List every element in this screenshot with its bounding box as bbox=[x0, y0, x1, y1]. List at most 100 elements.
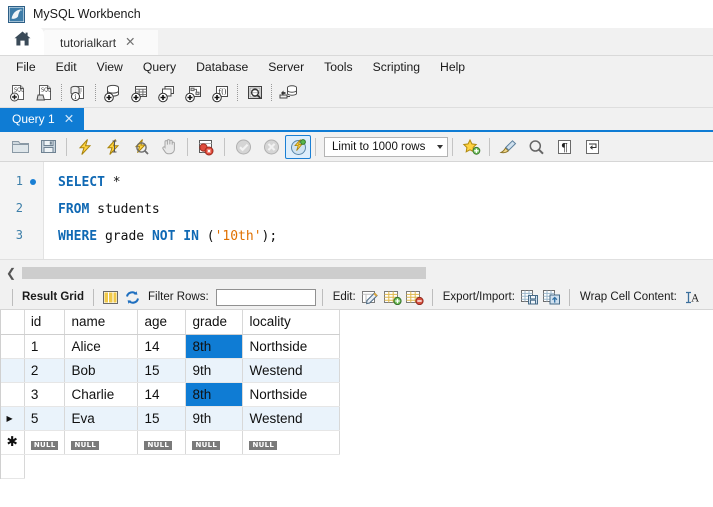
save-script-icon[interactable] bbox=[34, 134, 62, 160]
filter-rows-input[interactable] bbox=[215, 288, 316, 306]
menu-help[interactable]: Help bbox=[430, 58, 475, 76]
new-sql-tab-icon[interactable]: SQL bbox=[4, 80, 31, 106]
cell-grade[interactable]: 8th bbox=[185, 334, 244, 359]
svg-text:SQL: SQL bbox=[14, 87, 24, 93]
open-sql-script-icon[interactable]: SQL bbox=[31, 80, 58, 106]
row-marker[interactable] bbox=[0, 358, 25, 383]
close-icon[interactable]: ✕ bbox=[125, 36, 135, 49]
edit-row-icon[interactable] bbox=[360, 287, 382, 308]
cell-age[interactable]: 15 bbox=[137, 358, 187, 383]
null-cell-locality[interactable]: NULL bbox=[242, 430, 341, 455]
cell-name[interactable]: Bob bbox=[64, 358, 139, 383]
cell-grade[interactable]: 9th bbox=[185, 406, 244, 431]
export-recordset-icon[interactable] bbox=[519, 287, 541, 308]
cell-id[interactable]: 2 bbox=[24, 358, 66, 383]
rollback-icon[interactable] bbox=[257, 134, 285, 160]
cell-age[interactable]: 14 bbox=[137, 382, 187, 407]
autocommit-icon[interactable] bbox=[285, 134, 311, 159]
row-marker[interactable] bbox=[0, 382, 25, 407]
column-header-name[interactable]: name bbox=[64, 310, 139, 335]
column-header-grade[interactable]: grade bbox=[185, 310, 244, 335]
menu-edit[interactable]: Edit bbox=[46, 58, 87, 76]
beautify-sql-icon[interactable] bbox=[494, 134, 522, 160]
cell-age[interactable]: 14 bbox=[137, 334, 187, 359]
menu-file[interactable]: File bbox=[6, 58, 46, 76]
table-row[interactable]: 2 Bob 15 9th Westend bbox=[0, 358, 341, 383]
find-icon[interactable] bbox=[522, 134, 550, 160]
empty-row-header[interactable] bbox=[0, 453, 25, 479]
cell-locality[interactable]: Westend bbox=[242, 406, 341, 431]
query-tab-query-1[interactable]: Query 1 ✕ bbox=[0, 108, 85, 130]
table-row[interactable]: ▶ 5 Eva 15 9th Westend bbox=[0, 406, 341, 431]
current-row-marker[interactable]: ▶ bbox=[0, 406, 25, 431]
new-procedure-icon[interactable] bbox=[180, 80, 207, 106]
menu-query[interactable]: Query bbox=[133, 58, 186, 76]
new-schema-icon[interactable] bbox=[99, 80, 126, 106]
refresh-icon[interactable] bbox=[122, 287, 144, 308]
menu-view[interactable]: View bbox=[87, 58, 133, 76]
sql-editor[interactable]: 1 2 3 SELECT * FROM students WHERE grade… bbox=[0, 162, 713, 259]
cell-grade[interactable]: 9th bbox=[185, 358, 244, 383]
commit-icon[interactable] bbox=[229, 134, 257, 160]
menu-database[interactable]: Database bbox=[186, 58, 258, 76]
cell-locality[interactable]: Northside bbox=[242, 334, 341, 359]
menu-scripting[interactable]: Scripting bbox=[363, 58, 430, 76]
null-cell-id[interactable]: NULL bbox=[24, 430, 66, 455]
table-row[interactable]: 3 Charlie 14 8th Northside bbox=[0, 382, 341, 407]
toggle-invisible-chars-icon[interactable]: ¶ bbox=[550, 134, 578, 160]
table-row[interactable]: 1 Alice 14 8th Northside bbox=[0, 334, 341, 359]
open-file-icon[interactable] bbox=[6, 134, 34, 160]
cell-name[interactable]: Eva bbox=[64, 406, 139, 431]
editor-horizontal-scrollbar[interactable] bbox=[22, 266, 426, 279]
connection-tab-tutorialkart[interactable]: tutorialkart ✕ bbox=[44, 30, 158, 55]
form-editor-icon[interactable] bbox=[100, 287, 122, 308]
cell-id[interactable]: 3 bbox=[24, 382, 66, 407]
insert-row-icon[interactable] bbox=[382, 287, 404, 308]
cell-id[interactable]: 5 bbox=[24, 406, 66, 431]
null-cell-age[interactable]: NULL bbox=[137, 430, 187, 455]
new-row-placeholder[interactable]: ✱ NULL NULL NULL NULL NULL bbox=[0, 430, 341, 455]
scrollbar-thumb[interactable] bbox=[22, 266, 426, 279]
reconnect-server-icon[interactable] bbox=[275, 80, 302, 106]
menu-server[interactable]: Server bbox=[258, 58, 314, 76]
null-cell-grade[interactable]: NULL bbox=[185, 430, 244, 455]
toggle-wrapping-icon[interactable] bbox=[578, 134, 606, 160]
row-marker[interactable] bbox=[0, 334, 25, 359]
null-cell-name[interactable]: NULL bbox=[64, 430, 139, 455]
execute-statement-icon[interactable] bbox=[71, 134, 99, 160]
menu-tools[interactable]: Tools bbox=[314, 58, 362, 76]
row-limit-select[interactable]: Limit to 1000 rows bbox=[324, 136, 448, 157]
editor-code-area[interactable]: SELECT * FROM students WHERE grade NOT I… bbox=[44, 162, 713, 250]
new-row-marker[interactable]: ✱ bbox=[0, 430, 25, 455]
cell-age[interactable]: 15 bbox=[137, 406, 187, 431]
sql-token-space bbox=[89, 202, 97, 217]
save-snippet-icon[interactable] bbox=[457, 134, 485, 160]
delete-row-icon[interactable] bbox=[404, 287, 426, 308]
import-recordset-icon[interactable] bbox=[541, 287, 563, 308]
home-tab[interactable] bbox=[0, 27, 44, 55]
connection-info-icon[interactable]: i bbox=[65, 80, 92, 106]
cell-name[interactable]: Alice bbox=[64, 334, 139, 359]
cell-grade[interactable]: 8th bbox=[185, 382, 244, 407]
line-number: 2 bbox=[15, 201, 23, 215]
column-header-age[interactable]: age bbox=[137, 310, 187, 335]
cell-locality[interactable]: Northside bbox=[242, 382, 341, 407]
toggle-stop-on-error-icon[interactable] bbox=[192, 134, 220, 160]
sql-token-space bbox=[144, 229, 152, 244]
wrap-cell-icon[interactable]: A bbox=[681, 287, 703, 308]
close-icon[interactable]: ✕ bbox=[64, 113, 74, 126]
column-header-id[interactable]: id bbox=[24, 310, 66, 335]
cell-locality[interactable]: Westend bbox=[242, 358, 341, 383]
search-data-icon[interactable] bbox=[241, 80, 268, 106]
chevron-left-icon[interactable]: ❮ bbox=[0, 266, 22, 280]
execute-current-statement-icon[interactable] bbox=[99, 134, 127, 160]
result-grid[interactable]: id name age grade locality 1 Alice 14 8t… bbox=[0, 310, 713, 479]
stop-execution-icon[interactable] bbox=[155, 134, 183, 160]
cell-name[interactable]: Charlie bbox=[64, 382, 139, 407]
column-header-locality[interactable]: locality bbox=[242, 310, 341, 335]
new-view-icon[interactable] bbox=[153, 80, 180, 106]
explain-query-icon[interactable] bbox=[127, 134, 155, 160]
new-table-icon[interactable] bbox=[126, 80, 153, 106]
cell-id[interactable]: 1 bbox=[24, 334, 66, 359]
new-function-icon[interactable]: f() bbox=[207, 80, 234, 106]
